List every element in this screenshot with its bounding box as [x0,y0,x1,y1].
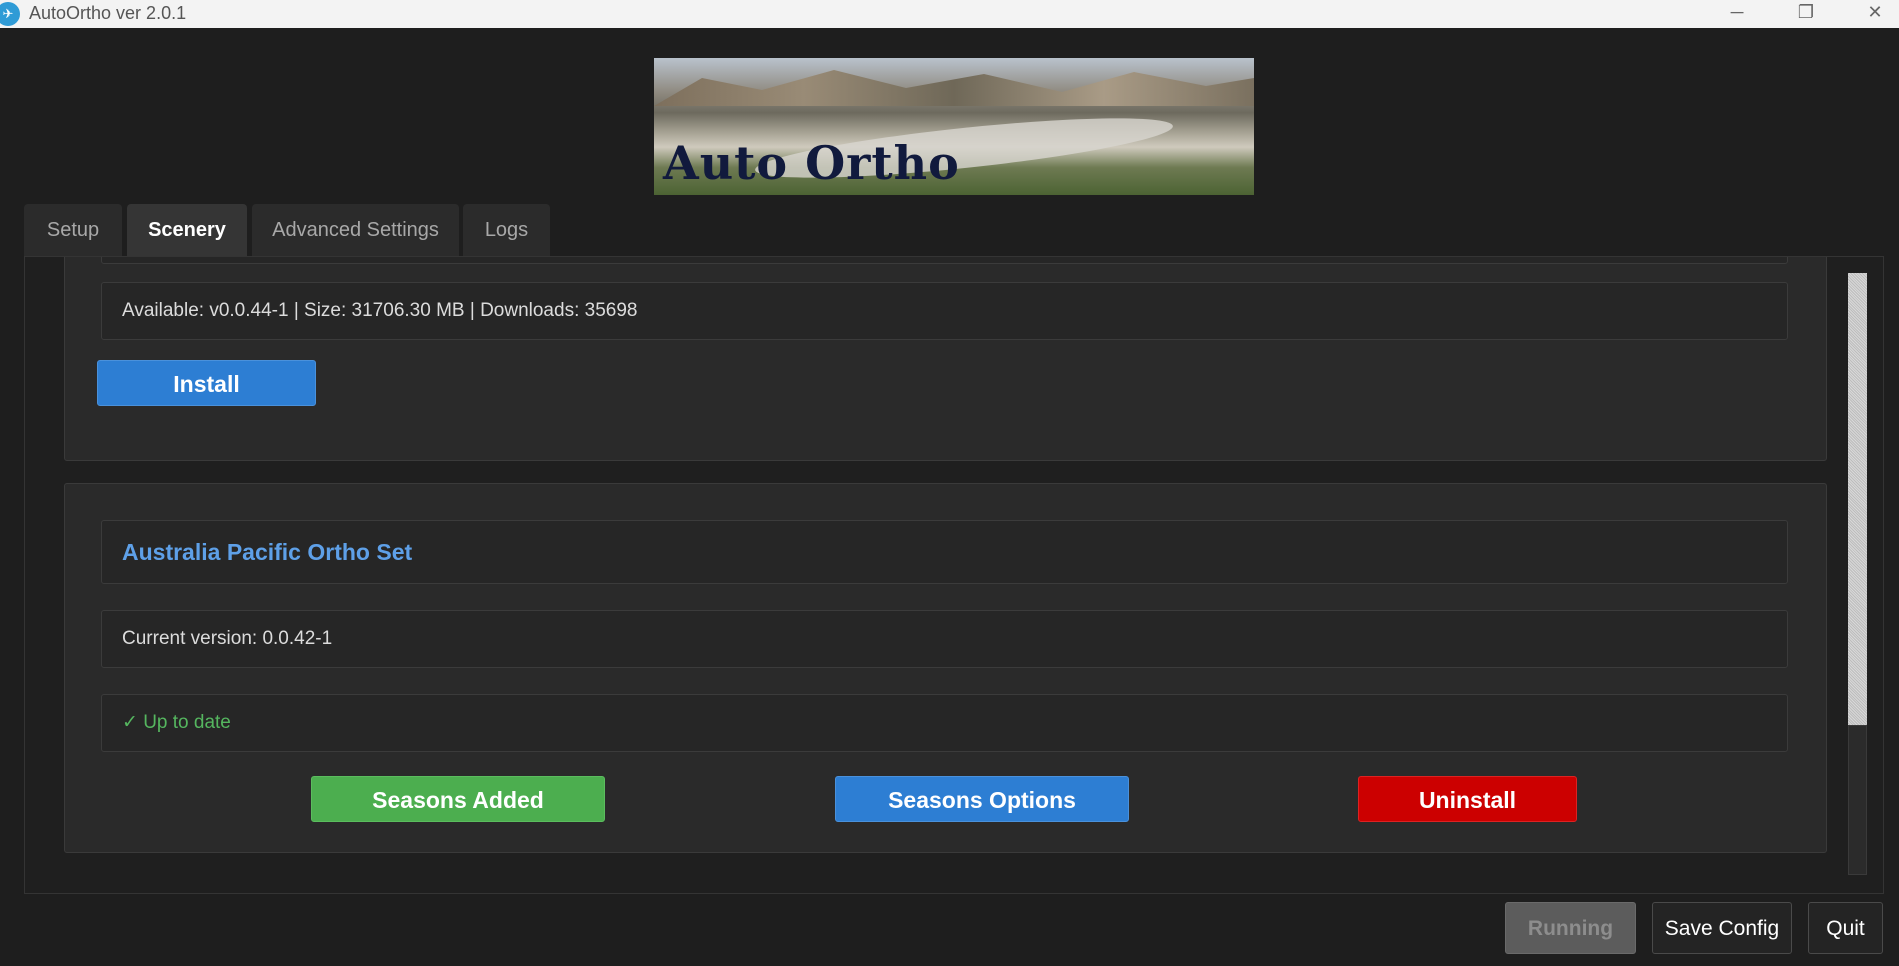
banner-image: Auto Ortho [654,58,1254,195]
uninstall-button[interactable]: Uninstall [1358,776,1577,822]
card-row-partial [101,257,1788,264]
banner-logo-text: Auto Ortho [663,136,960,190]
scenery-panel: Available: v0.0.44-1 | Size: 31706.30 MB… [24,256,1884,894]
tab-advanced-settings[interactable]: Advanced Settings [252,204,459,256]
seasons-added-button[interactable]: Seasons Added [311,776,605,822]
minimize-icon[interactable]: ─ [1714,0,1760,28]
app-logo-icon: ✈ [0,2,20,26]
scenery-card-australia: Australia Pacific Ortho Set Current vers… [64,483,1827,853]
seasons-options-button[interactable]: Seasons Options [835,776,1129,822]
scrollbar-thumb[interactable] [1848,725,1867,875]
app-window: ✈ AutoOrtho ver 2.0.1 ─ ❐ ✕ Auto Ortho S… [0,0,1899,966]
window-title: AutoOrtho ver 2.0.1 [29,3,187,23]
save-config-button[interactable]: Save Config [1652,902,1792,954]
tab-scenery[interactable]: Scenery [127,204,247,256]
quit-button[interactable]: Quit [1808,902,1883,954]
available-info: Available: v0.0.44-1 | Size: 31706.30 MB… [101,282,1788,340]
tab-setup[interactable]: Setup [24,204,122,256]
install-button[interactable]: Install [97,360,316,406]
running-button[interactable]: Running [1505,902,1636,954]
status-up-to-date: ✓ Up to date [101,694,1788,752]
banner-mountains [654,70,1254,106]
scenery-set-title: Australia Pacific Ortho Set [101,520,1788,584]
current-version: Current version: 0.0.42-1 [101,610,1788,668]
scenery-card-previous: Available: v0.0.44-1 | Size: 31706.30 MB… [64,257,1827,461]
tab-logs[interactable]: Logs [463,204,550,256]
maximize-icon[interactable]: ❐ [1783,0,1829,28]
title-bar[interactable]: ✈ AutoOrtho ver 2.0.1 ─ ❐ ✕ [0,0,1899,28]
close-icon[interactable]: ✕ [1852,0,1898,28]
